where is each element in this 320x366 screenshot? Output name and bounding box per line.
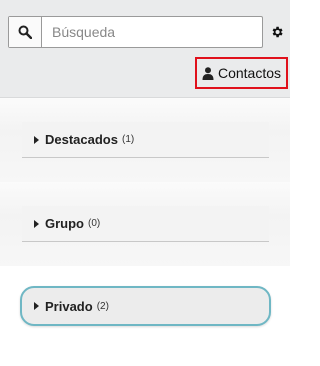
user-icon bbox=[202, 66, 214, 80]
group-count: (1) bbox=[121, 134, 135, 145]
group-name: Privado bbox=[45, 298, 93, 314]
caret-right-icon bbox=[34, 135, 39, 144]
search-icon bbox=[18, 25, 32, 39]
search-box bbox=[8, 16, 263, 48]
group-grupo[interactable]: Grupo (0) bbox=[22, 206, 269, 242]
settings-button[interactable] bbox=[268, 23, 286, 41]
gear-icon bbox=[272, 26, 283, 38]
group-count: (2) bbox=[96, 300, 109, 312]
search-button[interactable] bbox=[9, 17, 42, 47]
header-bar: Contactos bbox=[0, 0, 290, 98]
group-name: Grupo bbox=[45, 216, 84, 231]
group-count: (0) bbox=[88, 218, 101, 229]
search-input[interactable] bbox=[42, 17, 262, 47]
caret-right-icon bbox=[34, 219, 39, 228]
contacts-label: Contactos bbox=[217, 65, 282, 81]
contacts-button[interactable]: Contactos bbox=[195, 57, 288, 89]
group-destacados[interactable]: Destacados (1) bbox=[22, 122, 269, 158]
caret-right-icon bbox=[34, 302, 39, 310]
group-privado[interactable]: Privado (2) bbox=[20, 286, 271, 326]
group-name: Destacados bbox=[45, 132, 118, 147]
